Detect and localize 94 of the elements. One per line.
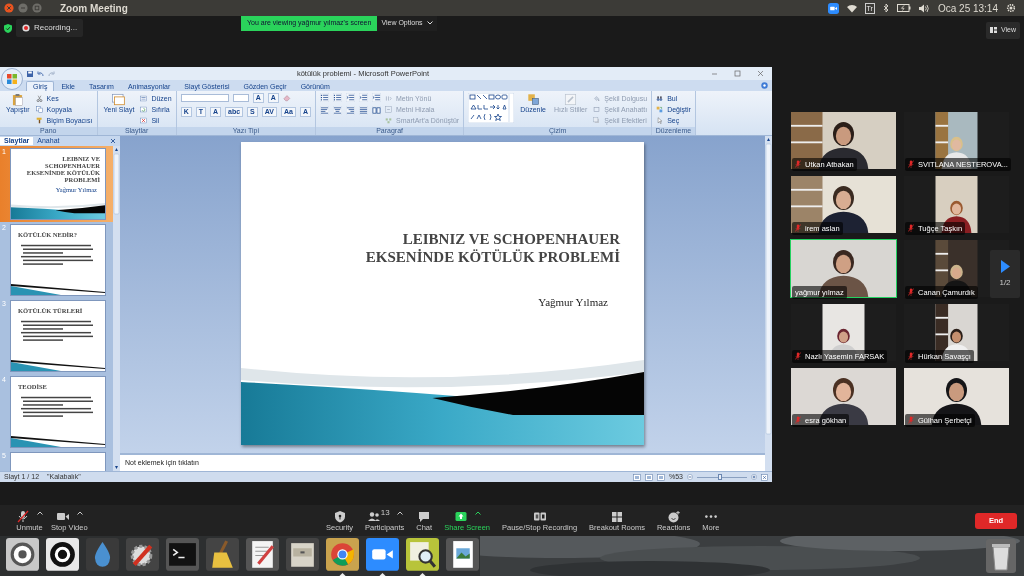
slider-thumb[interactable] [717,474,722,480]
window-title: Zoom Meeting [60,1,128,16]
muted-mic-icon [795,352,801,361]
scrollbar[interactable] [113,146,120,471]
save-icon[interactable] [27,70,33,77]
align-center-icon[interactable] [333,106,342,115]
numbered-list-icon[interactable] [333,93,342,102]
slide-subtitle: Yağmur Yılmaz [538,295,608,310]
brush-icon [35,117,43,124]
zoom-out-icon[interactable] [687,474,693,480]
muted-mic-icon [908,352,914,361]
muted-mic-icon [16,509,30,523]
muted-mic-icon [908,416,914,425]
participant-count: 13 [380,507,390,517]
slide-title: LEIBNIZ VE SCHOPENHAUER [402,230,620,248]
volume-icon[interactable] [918,3,930,13]
normal-view-icon[interactable] [633,473,641,481]
browser-icon[interactable] [325,538,359,576]
close-icon[interactable] [4,3,14,13]
text-direction-icon [385,95,392,102]
slideshow-icon[interactable] [657,473,665,481]
clipboard-icon [11,93,25,106]
magnifier-icon[interactable] [405,538,439,576]
fit-window-icon[interactable] [761,473,768,481]
scrollbar[interactable] [765,136,772,471]
clock: Oca 25 13:14 [937,1,998,16]
columns-icon[interactable] [372,106,381,115]
delete-icon [140,117,148,124]
recording-label: Recording... [34,22,78,34]
shield-icon [332,509,347,523]
maximize-icon[interactable] [32,3,42,13]
grid-icon [610,509,624,523]
increase-indent-icon[interactable] [359,93,368,102]
binoculars-icon [656,95,664,102]
outline-icon [593,106,601,113]
muted-mic-icon [908,224,914,233]
video-camera-icon[interactable] [827,2,839,14]
scissors-icon [35,95,43,102]
page-indicator: 1/2 [999,276,1011,289]
grid-icon [989,27,997,34]
help-icon[interactable] [761,82,768,89]
slide-icon [112,93,126,106]
more-icon [704,514,717,518]
close-icon[interactable] [757,70,764,77]
zoom-in-icon[interactable] [751,474,757,480]
font-size-field[interactable] [232,94,249,102]
slide-sorter-icon[interactable] [645,473,653,481]
chat-bubble-icon [417,509,432,523]
align-left-icon[interactable] [320,106,329,115]
people-icon [366,509,381,523]
layout-icon [140,95,148,102]
effects-icon [593,117,601,124]
caret-icon [426,21,433,26]
muted-mic-icon [795,160,801,169]
next-arrow-icon [1000,259,1010,273]
trash-icon[interactable] [986,539,1016,573]
undo-icon[interactable] [37,70,44,77]
shapes-gallery-drawing[interactable] [468,93,515,123]
caret-icon [474,511,481,515]
align-text-icon [385,106,392,113]
muted-mic-icon [795,224,801,233]
minimize-icon[interactable] [18,3,28,13]
muted-mic-icon [908,288,914,297]
arrange-icon [526,93,540,106]
line-spacing-icon[interactable] [372,93,381,102]
quick-styles-icon [564,93,578,106]
slide-title: EKSENİNDE KÖTÜLÜK PROBLEMİ [365,248,620,266]
bluetooth-icon[interactable] [882,3,889,13]
cursor-icon [656,117,664,124]
copy-icon [35,106,43,113]
record-icon [22,24,30,32]
muted-mic-icon [795,416,801,425]
maximize-icon[interactable] [734,70,741,77]
bullet-list-icon[interactable] [320,93,329,102]
close-icon[interactable] [110,138,116,144]
smartart-icon [385,117,392,124]
emoji-plus-icon [666,509,681,523]
caret-icon [396,511,403,515]
justify-icon[interactable] [359,106,368,115]
decrease-indent-icon[interactable] [346,93,355,102]
wifi-icon[interactable] [846,3,857,13]
font-name-field[interactable] [180,94,229,102]
replace-icon [656,106,664,113]
battery-icon[interactable] [896,4,911,12]
shield-icon [4,23,12,33]
video-camera-icon[interactable] [365,538,399,576]
next-page-button[interactable]: 1/2 [990,250,1020,298]
settings-icon[interactable] [1006,3,1016,13]
caret-icon [37,511,43,515]
fill-icon [593,95,601,102]
muted-mic-icon [908,160,914,169]
caret-icon [76,511,83,515]
reset-icon [140,106,148,113]
align-right-icon[interactable] [346,106,355,115]
